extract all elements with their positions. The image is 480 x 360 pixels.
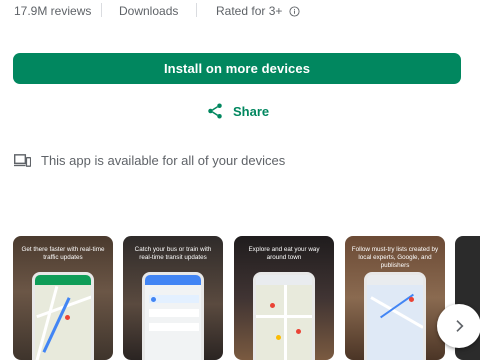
screenshot-carousel[interactable]: Get there faster with real-time traffic … [13, 236, 480, 360]
availability-text: This app is available for all of your de… [41, 153, 286, 168]
content-rating[interactable]: Rated for 3+ [216, 4, 300, 18]
share-icon [208, 103, 222, 119]
share-label: Share [233, 103, 270, 119]
phone-mockup [253, 272, 315, 360]
info-icon[interactable] [289, 6, 300, 17]
phone-mockup [364, 272, 426, 360]
reviews-count: 17.9M reviews [14, 4, 92, 18]
device-availability: This app is available for all of your de… [14, 153, 285, 168]
stats-divider [101, 3, 102, 17]
devices-icon [14, 154, 31, 167]
share-button[interactable]: Share [206, 102, 269, 120]
app-stats-row: 17.9M reviews Downloads Rated for 3+ [0, 0, 480, 22]
screenshot[interactable]: Get there faster with real-time traffic … [13, 236, 113, 360]
downloads-label: Downloads [119, 4, 179, 18]
screenshot-caption: Get there faster with real-time traffic … [21, 246, 105, 261]
stats-divider [196, 3, 197, 17]
install-on-more-devices-button[interactable]: Install on more devices [13, 53, 461, 84]
screenshot-caption: Explore and eat your way around town [248, 246, 320, 261]
phone-mockup [32, 272, 94, 360]
screenshot-caption: Catch your bus or train with real-time t… [134, 246, 212, 261]
screenshot-caption: Follow must-try lists created by local e… [351, 246, 439, 269]
phone-mockup [142, 272, 204, 360]
screenshot[interactable]: Catch your bus or train with real-time t… [123, 236, 223, 360]
screenshot[interactable]: Explore and eat your way around town [234, 236, 334, 360]
carousel-next-button[interactable] [437, 304, 480, 348]
screenshot[interactable]: Follow must-try lists created by local e… [345, 236, 445, 360]
chevron-right-icon [456, 320, 464, 332]
content-rating-label: Rated for 3+ [216, 4, 283, 18]
